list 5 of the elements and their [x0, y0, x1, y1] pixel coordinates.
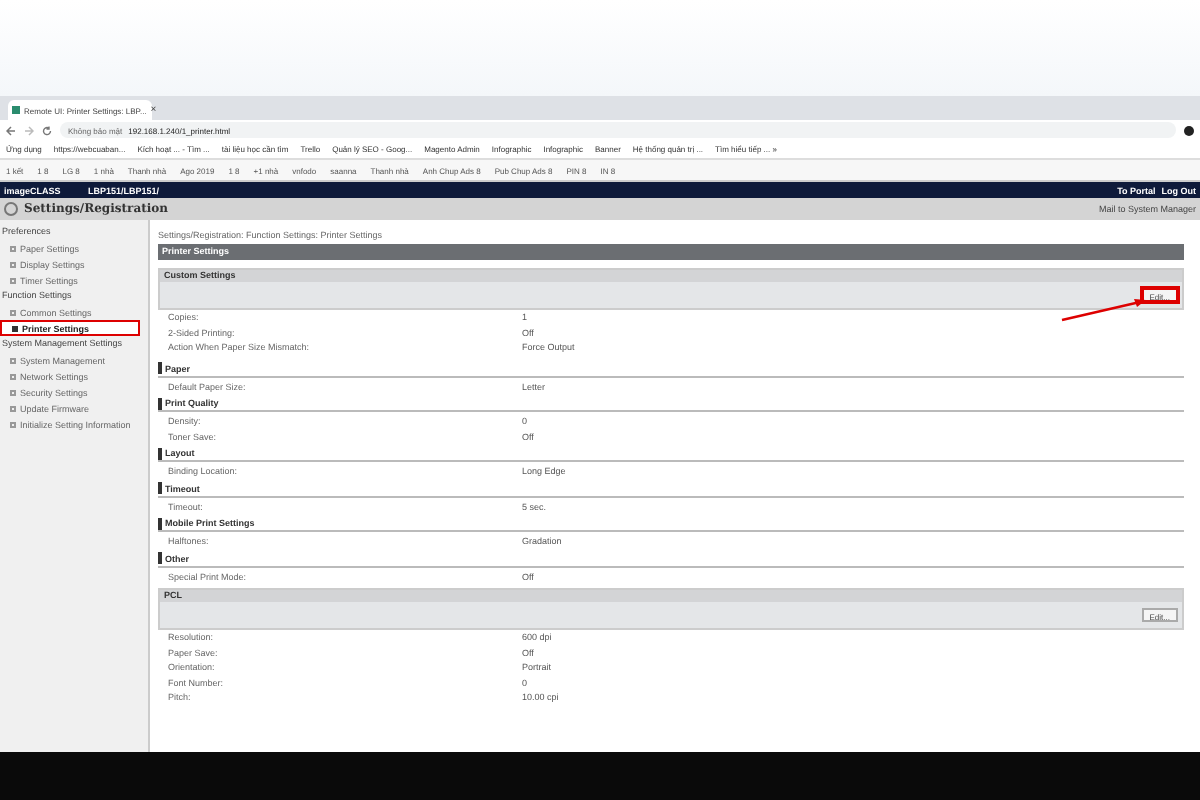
favicon-icon [12, 106, 20, 114]
annotation-arrow [1061, 299, 1146, 322]
reload-icon[interactable] [42, 125, 52, 135]
back-icon[interactable] [6, 125, 16, 135]
profile-avatar[interactable] [1184, 125, 1194, 135]
